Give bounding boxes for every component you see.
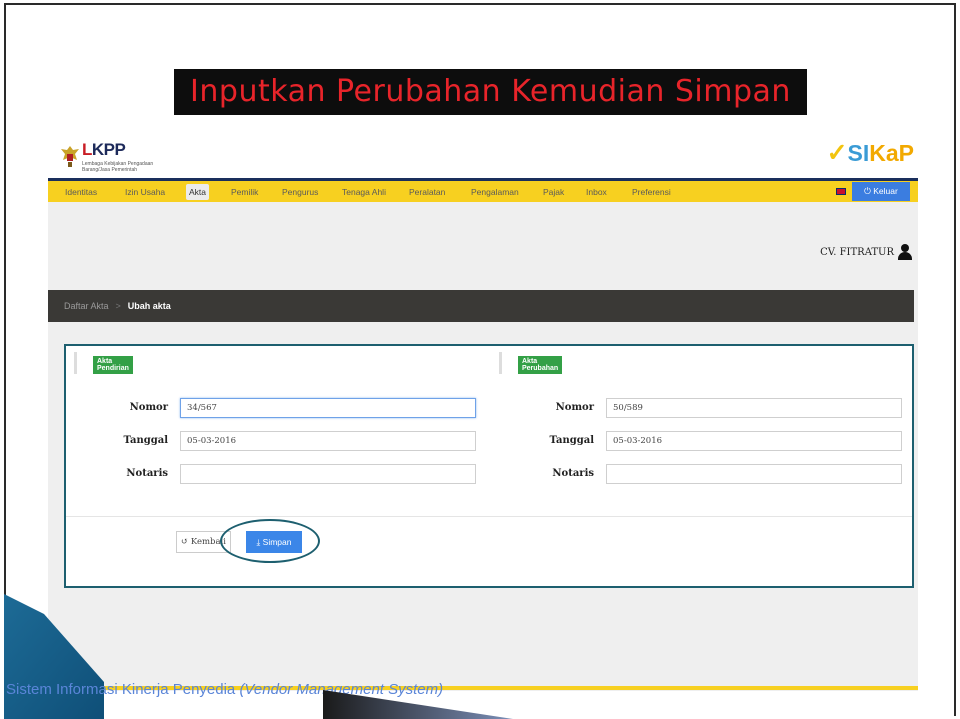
label-tanggal-perubahan: Tanggal [549, 435, 595, 446]
nav-item-pengurus[interactable]: Pengurus [279, 185, 321, 199]
label-nomor-perubahan: Nomor [555, 402, 594, 413]
highlight-oval [220, 519, 320, 563]
nav-item-izin-usaha[interactable]: Izin Usaha [122, 185, 168, 199]
tanggal-pendirian-input[interactable]: 05-03-2016 [180, 431, 476, 451]
corner-decoration [4, 594, 104, 719]
garuda-emblem-icon [61, 146, 79, 167]
user-area[interactable]: CV. FITRATUR [820, 244, 912, 260]
logout-button[interactable]: ⏻ Keluar [852, 182, 910, 201]
section-label-pendirian: Akta Pendirian [93, 356, 133, 374]
power-icon: ⏻ [864, 186, 871, 196]
logo-text: LKPP [82, 140, 126, 159]
notaris-pendirian-input[interactable] [180, 464, 476, 484]
label-tanggal-pendirian: Tanggal [123, 435, 169, 446]
nav-item-inbox[interactable]: Inbox [583, 185, 610, 199]
breadcrumb-current: Ubah akta [127, 301, 171, 311]
app-window: LKPP Lembaga Kebijakan Pengadaan Barang/… [48, 136, 918, 691]
bottom-arrow-decoration [323, 690, 513, 719]
nav-item-pengalaman[interactable]: Pengalaman [468, 185, 522, 199]
akta-form-panel: Akta Pendirian Akta Perubahan Nomor 34/5… [64, 344, 914, 588]
nav-item-pemilik[interactable]: Pemilik [228, 185, 261, 199]
nav-item-identitas[interactable]: Identitas [62, 185, 100, 199]
nav-item-preferensi[interactable]: Preferensi [629, 185, 674, 199]
breadcrumb: Daftar Akta > Ubah akta [48, 290, 914, 322]
checkmark-icon: ✓ [826, 139, 848, 167]
undo-icon: ↺ [181, 537, 189, 547]
user-name: CV. FITRATUR [820, 246, 894, 258]
label-notaris-pendirian: Notaris [126, 468, 168, 479]
label-notaris-perubahan: Notaris [552, 468, 594, 479]
nomor-pendirian-input[interactable]: 34/567 [180, 398, 476, 418]
breadcrumb-parent[interactable]: Daftar Akta [64, 301, 109, 311]
app-header: LKPP Lembaga Kebijakan Pengadaan Barang/… [48, 136, 918, 178]
uk-flag-icon[interactable] [836, 188, 846, 195]
user-icon [898, 244, 912, 260]
label-nomor-pendirian: Nomor [129, 402, 168, 413]
logo-subtitle: Lembaga Kebijakan Pengadaan Barang/Jasa … [82, 161, 154, 173]
slide-title: Inputkan Perubahan Kemudian Simpan [174, 69, 807, 115]
nomor-perubahan-input[interactable]: 50/589 [606, 398, 902, 418]
section-label-perubahan: Akta Perubahan [518, 356, 563, 374]
tanggal-perubahan-input[interactable]: 05-03-2016 [606, 431, 902, 451]
nav-item-akta[interactable]: Akta [186, 184, 210, 200]
nav-item-pajak[interactable]: Pajak [540, 185, 567, 199]
section-akta-perubahan: Akta Perubahan [499, 352, 563, 374]
nav-item-peralatan[interactable]: Peralatan [406, 185, 448, 199]
notaris-perubahan-input[interactable] [606, 464, 902, 484]
nav-item-tenaga-ahli[interactable]: Tenaga Ahli [339, 185, 389, 199]
chevron-right-icon: > [115, 301, 121, 311]
sikap-logo: ✓SIKaP [826, 139, 914, 167]
form-footer-divider [66, 516, 912, 517]
top-navigation: Identitas Izin Usaha Akta Pemilik Pengur… [48, 178, 918, 202]
lkpp-logo[interactable]: LKPP Lembaga Kebijakan Pengadaan Barang/… [60, 140, 170, 174]
section-akta-pendirian: Akta Pendirian [74, 352, 133, 374]
